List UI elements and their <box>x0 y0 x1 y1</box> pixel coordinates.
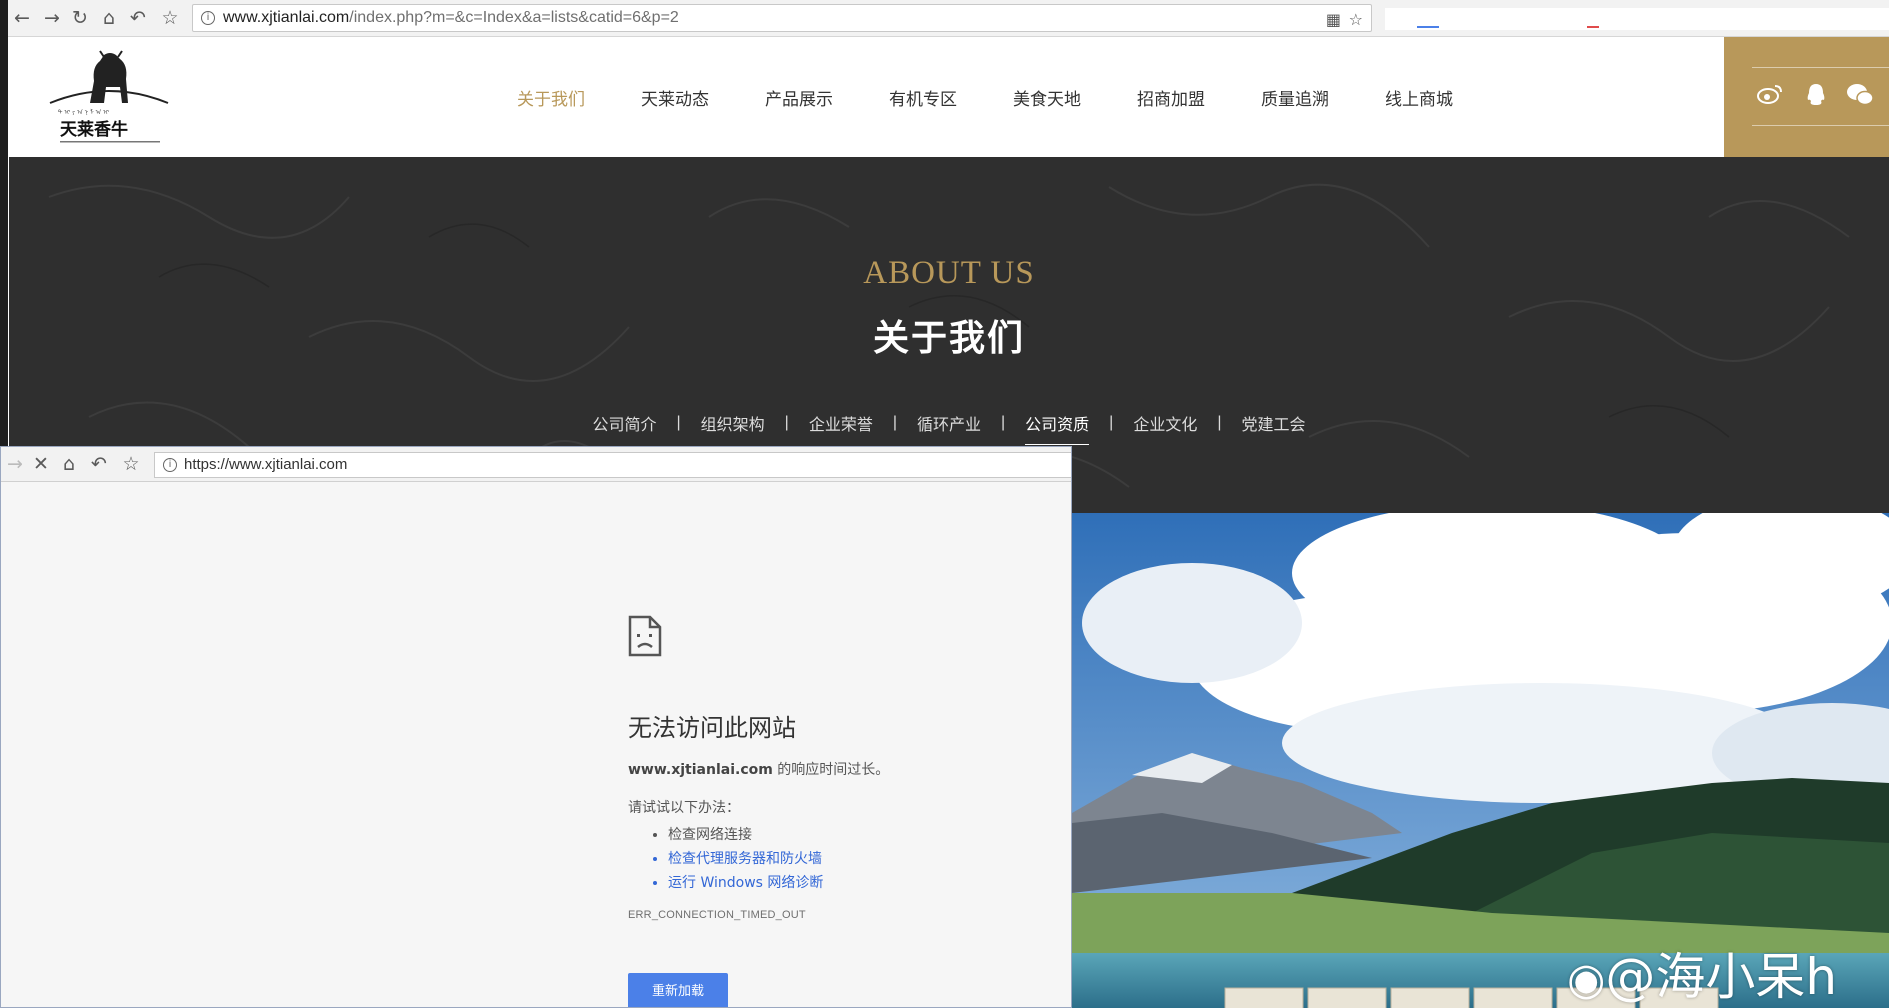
url-host: www.xjtianlai.com <box>223 9 350 26</box>
undo-icon[interactable]: ↶ <box>126 6 150 30</box>
svg-text:ᠲ ᠢ ᠶ ᠠ ᠨ ᠯ ᠠ ᠢ: ᠲ ᠢ ᠶ ᠠ ᠨ ᠯ ᠠ ᠢ <box>58 109 109 116</box>
forward-icon[interactable]: → <box>3 452 27 476</box>
error-message-text: 的响应时间过长。 <box>772 762 890 778</box>
main-nav: 关于我们 天莱动态 产品展示 有机专区 美食天地 招商加盟 质量追溯 线上商城 <box>489 37 1481 157</box>
qr-code-icon[interactable]: ▦ <box>1326 7 1341 33</box>
info-icon[interactable]: i <box>163 458 177 472</box>
divider <box>1752 67 1889 68</box>
forward-icon[interactable]: → <box>40 6 64 30</box>
subnav-item-party-union[interactable]: 党建工会 <box>1222 411 1326 435</box>
star-icon[interactable]: ☆ <box>119 452 143 476</box>
main-address-bar[interactable]: i www.xjtianlai.com/index.php?m=&c=Index… <box>192 4 1372 32</box>
extension-indicator-icon <box>1417 26 1439 28</box>
info-icon[interactable]: i <box>201 11 215 25</box>
extension-area <box>1385 8 1889 30</box>
landscape-photo <box>1072 513 1889 1008</box>
divider <box>1752 125 1889 126</box>
subnav-item-circular[interactable]: 循环产业 <box>897 411 1001 435</box>
nav-item-traceability[interactable]: 质量追溯 <box>1233 85 1357 110</box>
subnav-item-structure[interactable]: 组织架构 <box>681 411 785 435</box>
home-icon[interactable]: ⌂ <box>57 452 81 476</box>
social-panel <box>1724 37 1889 157</box>
url-path: /index.php?m=&c=Index&a=lists&catid=6&p=… <box>349 9 679 26</box>
weibo-icon[interactable] <box>1756 83 1784 111</box>
back-icon[interactable]: ← <box>10 6 34 30</box>
extension-indicator-icon <box>1587 26 1599 28</box>
error-browser-window: → ✕ ⌂ ↶ ☆ i https://www.xjtianlai.com 无法… <box>0 446 1072 1008</box>
star-icon[interactable]: ☆ <box>158 6 182 30</box>
error-content: 无法访问此网站 www.xjtianlai.com 的响应时间过长。 请试试以下… <box>628 615 1048 921</box>
subnav-item-culture[interactable]: 企业文化 <box>1113 411 1217 435</box>
error-host: www.xjtianlai.com <box>628 762 773 778</box>
subnav-item-intro[interactable]: 公司简介 <box>572 411 676 435</box>
nav-item-products[interactable]: 产品展示 <box>737 85 861 110</box>
stop-icon[interactable]: ✕ <box>29 452 53 476</box>
nav-item-shop[interactable]: 线上商城 <box>1357 85 1481 110</box>
bookmark-star-icon[interactable]: ☆ <box>1349 7 1363 33</box>
about-title-en: ABOUT US <box>863 255 1035 291</box>
error-message: www.xjtianlai.com 的响应时间过长。 <box>628 759 1048 779</box>
error-address-bar[interactable]: i https://www.xjtianlai.com <box>154 452 1071 478</box>
nav-item-organic[interactable]: 有机专区 <box>861 85 985 110</box>
nav-item-franchise[interactable]: 招商加盟 <box>1109 85 1233 110</box>
error-try-label: 请试试以下办法： <box>628 800 740 816</box>
error-code: ERR_CONNECTION_TIMED_OUT <box>628 909 806 921</box>
main-browser-toolbar: ← → ↻ ⌂ ↶ ☆ i www.xjtianlai.com/index.ph… <box>0 0 1889 37</box>
reload-icon[interactable]: ↻ <box>68 6 92 30</box>
nav-item-food[interactable]: 美食天地 <box>985 85 1109 110</box>
bull-logo-icon: ᠲ ᠢ ᠶ ᠠ ᠨ ᠯ ᠠ ᠢ 天莱香牛 <box>49 50 169 143</box>
error-url: https://www.xjtianlai.com <box>184 456 348 473</box>
suggestion-check-proxy-link[interactable]: 检查代理服务器和防火墙 <box>668 847 1048 871</box>
weibo-watermark-icon: ◉ <box>1567 954 1606 1005</box>
error-browser-toolbar: → ✕ ⌂ ↶ ☆ i https://www.xjtianlai.com <box>1 447 1071 482</box>
sad-page-icon <box>628 615 662 657</box>
nav-item-about[interactable]: 关于我们 <box>489 85 613 110</box>
error-title: 无法访问此网站 <box>628 714 796 742</box>
wechat-icon[interactable] <box>1846 83 1874 111</box>
watermark-text: ◉@海小呆h <box>1567 948 1838 1006</box>
qq-icon[interactable] <box>1802 83 1830 111</box>
error-suggestions: 检查网络连接 检查代理服务器和防火墙 运行 Windows 网络诊断 <box>668 823 1048 895</box>
subnav-item-qualifications[interactable]: 公司资质 <box>1005 411 1109 445</box>
suggestion-windows-diagnostics-link[interactable]: 运行 Windows 网络诊断 <box>668 871 1048 895</box>
site-header: ᠲ ᠢ ᠶ ᠠ ᠨ ᠯ ᠠ ᠢ 天莱香牛 关于我们 天莱动态 产品展示 有机专区… <box>9 37 1889 157</box>
about-title-cn: 关于我们 <box>872 317 1025 359</box>
undo-icon[interactable]: ↶ <box>87 452 111 476</box>
svg-text:天莱香牛: 天莱香牛 <box>60 119 128 140</box>
reload-button[interactable]: 重新加载 <box>628 973 728 1007</box>
about-subnav: 公司简介 | 组织架构 | 企业荣誉 | 循环产业 | 公司资质 | 企业文化 … <box>9 411 1889 445</box>
subnav-item-honors[interactable]: 企业荣誉 <box>789 411 893 435</box>
suggestion-check-network: 检查网络连接 <box>668 823 1048 847</box>
home-icon[interactable]: ⌂ <box>97 6 121 30</box>
logo[interactable]: ᠲ ᠢ ᠶ ᠠ ᠨ ᠯ ᠠ ᠢ 天莱香牛 <box>42 45 177 149</box>
nav-item-news[interactable]: 天莱动态 <box>613 85 737 110</box>
